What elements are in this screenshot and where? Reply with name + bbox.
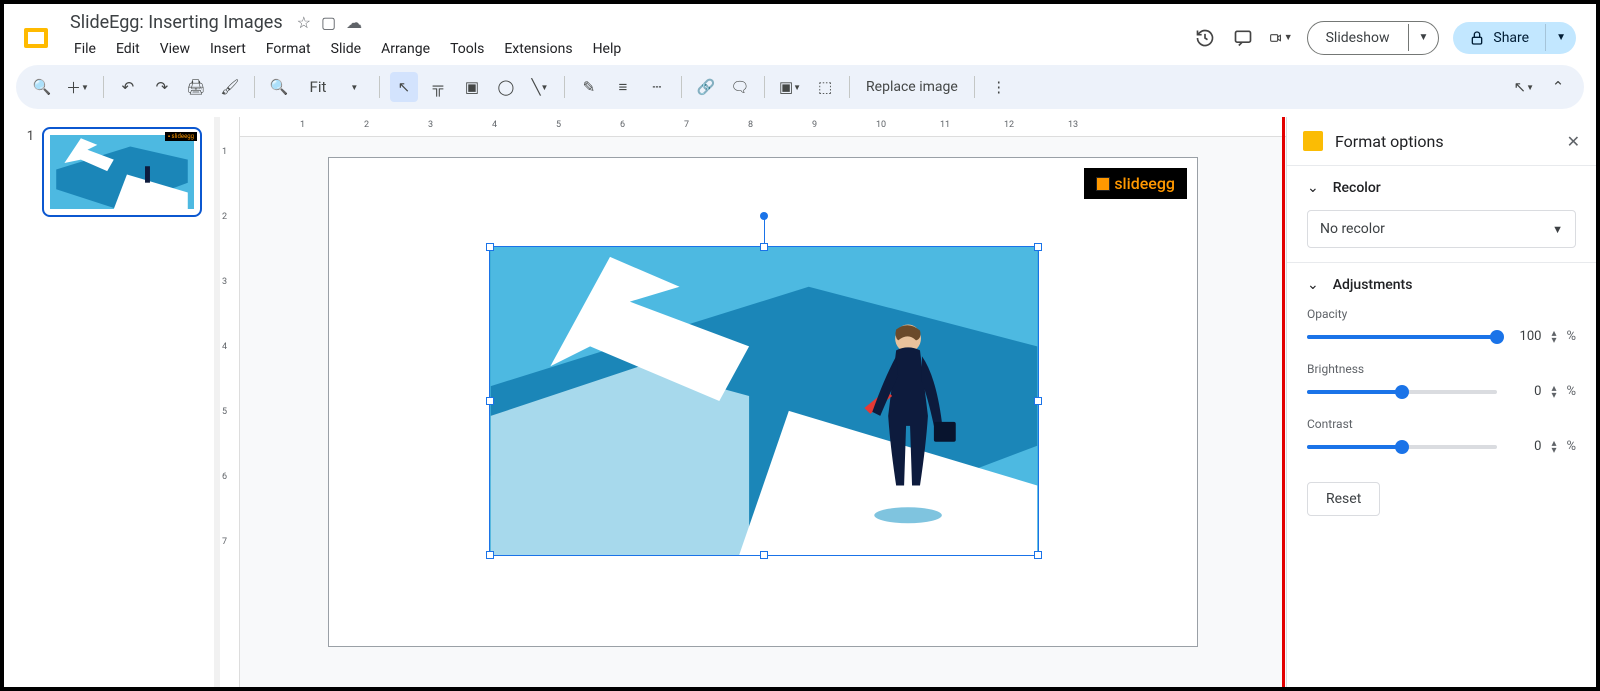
- selected-image[interactable]: [489, 246, 1039, 556]
- select-tool-icon[interactable]: ↖: [390, 72, 418, 102]
- chevron-down-icon: ⌄: [1307, 180, 1319, 196]
- shape-icon[interactable]: ◯: [492, 72, 520, 102]
- star-icon[interactable]: ☆: [297, 13, 311, 32]
- crop-icon[interactable]: ▣▼: [775, 72, 805, 102]
- comment-icon[interactable]: [1231, 26, 1255, 50]
- menu-arrange[interactable]: Arrange: [373, 37, 438, 61]
- resize-handle[interactable]: [1034, 397, 1042, 405]
- opacity-stepper[interactable]: ▴▾: [1551, 330, 1556, 344]
- brightness-label: Brightness: [1307, 362, 1576, 376]
- border-weight-icon[interactable]: ≡: [609, 72, 637, 102]
- mask-icon[interactable]: ⬚: [811, 72, 839, 102]
- resize-handle[interactable]: [486, 397, 494, 405]
- redo-icon[interactable]: ↷: [148, 72, 176, 102]
- adjustments-section-toggle[interactable]: ⌄ Adjustments: [1307, 277, 1576, 293]
- format-options-icon: [1303, 131, 1323, 151]
- move-icon[interactable]: ▢: [321, 13, 336, 32]
- hide-menus-icon[interactable]: ⌃: [1544, 72, 1572, 102]
- menu-tools[interactable]: Tools: [442, 37, 492, 61]
- contrast-value[interactable]: 0: [1507, 439, 1541, 454]
- menu-edit[interactable]: Edit: [108, 37, 148, 61]
- ruler-horizontal: 12345678910111213: [240, 117, 1286, 137]
- share-label: Share: [1493, 30, 1529, 46]
- link-icon[interactable]: 🔗: [692, 72, 720, 102]
- share-button[interactable]: Share: [1453, 22, 1545, 54]
- filmstrip: 1▪ slideegg: [4, 117, 214, 687]
- pointer-mode-icon[interactable]: ↖▼: [1510, 72, 1539, 102]
- contrast-stepper[interactable]: ▴▾: [1551, 440, 1556, 454]
- paint-format-icon[interactable]: 🖌: [216, 72, 244, 102]
- opacity-label: Opacity: [1307, 307, 1576, 321]
- zoom-select[interactable]: Fit▼: [299, 72, 369, 102]
- opacity-slider[interactable]: [1307, 335, 1497, 339]
- contrast-slider[interactable]: [1307, 445, 1497, 449]
- menu-help[interactable]: Help: [585, 37, 630, 61]
- slideshow-button[interactable]: Slideshow: [1308, 22, 1408, 54]
- new-slide-icon[interactable]: ＋▼: [62, 72, 93, 102]
- rotate-handle[interactable]: [760, 212, 768, 220]
- menu-insert[interactable]: Insert: [202, 37, 254, 61]
- format-options-panel: Format options ✕ ⌄ Recolor No recolor ▼ …: [1286, 117, 1596, 687]
- brightness-stepper[interactable]: ▴▾: [1551, 385, 1556, 399]
- format-options-title: Format options: [1335, 132, 1555, 151]
- menu-extensions[interactable]: Extensions: [496, 37, 580, 61]
- undo-icon[interactable]: ↶: [114, 72, 142, 102]
- line-icon[interactable]: ╲▼: [526, 72, 554, 102]
- resize-handle[interactable]: [486, 551, 494, 559]
- recolor-section-toggle[interactable]: ⌄ Recolor: [1307, 180, 1576, 196]
- ruler-vertical: 1234567: [220, 117, 240, 687]
- menu-format[interactable]: Format: [258, 37, 319, 61]
- brightness-slider[interactable]: [1307, 390, 1497, 394]
- slide-thumbnail[interactable]: ▪ slideegg: [42, 127, 202, 217]
- image-icon[interactable]: ▣: [458, 72, 486, 102]
- border-dash-icon[interactable]: ┄: [643, 72, 671, 102]
- replace-image-button[interactable]: Replace image: [860, 79, 964, 95]
- history-icon[interactable]: [1193, 26, 1217, 50]
- menu-view[interactable]: View: [152, 37, 198, 61]
- slideshow-dropdown[interactable]: ▼: [1408, 24, 1439, 51]
- chevron-down-icon: ▼: [1552, 223, 1563, 236]
- reset-button[interactable]: Reset: [1307, 482, 1380, 516]
- meet-icon[interactable]: ▼: [1269, 26, 1293, 50]
- search-menus-icon[interactable]: 🔍: [28, 72, 56, 102]
- menu-file[interactable]: File: [66, 37, 104, 61]
- doc-title[interactable]: SlideEgg: Inserting Images: [66, 10, 287, 35]
- resize-handle[interactable]: [760, 551, 768, 559]
- share-dropdown[interactable]: ▼: [1545, 24, 1576, 51]
- recolor-select[interactable]: No recolor ▼: [1307, 210, 1576, 248]
- border-color-icon[interactable]: ✎: [575, 72, 603, 102]
- resize-handle[interactable]: [1034, 551, 1042, 559]
- resize-handle[interactable]: [1034, 243, 1042, 251]
- opacity-value[interactable]: 100: [1507, 329, 1541, 344]
- zoom-icon[interactable]: 🔍: [265, 72, 293, 102]
- slideegg-logo: slideegg: [1084, 168, 1187, 199]
- more-icon[interactable]: ⋮: [985, 72, 1013, 102]
- cloud-icon[interactable]: ☁: [346, 13, 362, 32]
- brightness-value[interactable]: 0: [1507, 384, 1541, 399]
- slide-canvas[interactable]: slideegg: [328, 157, 1198, 647]
- app-logo[interactable]: [16, 18, 56, 58]
- contrast-label: Contrast: [1307, 417, 1576, 431]
- print-icon[interactable]: 🖨: [182, 72, 210, 102]
- slide-number: 1: [22, 127, 34, 217]
- close-icon[interactable]: ✕: [1567, 132, 1580, 151]
- menu-slide[interactable]: Slide: [323, 37, 369, 61]
- resize-handle[interactable]: [486, 243, 494, 251]
- comment-add-icon[interactable]: 🗨: [726, 72, 754, 102]
- textbox-icon[interactable]: ╦: [424, 72, 452, 102]
- toolbar: 🔍 ＋▼ ↶ ↷ 🖨 🖌 🔍 Fit▼ ↖ ╦ ▣ ◯ ╲▼ ✎ ≡ ┄ 🔗 🗨…: [16, 65, 1584, 109]
- resize-handle[interactable]: [760, 243, 768, 251]
- chevron-down-icon: ⌄: [1307, 277, 1319, 293]
